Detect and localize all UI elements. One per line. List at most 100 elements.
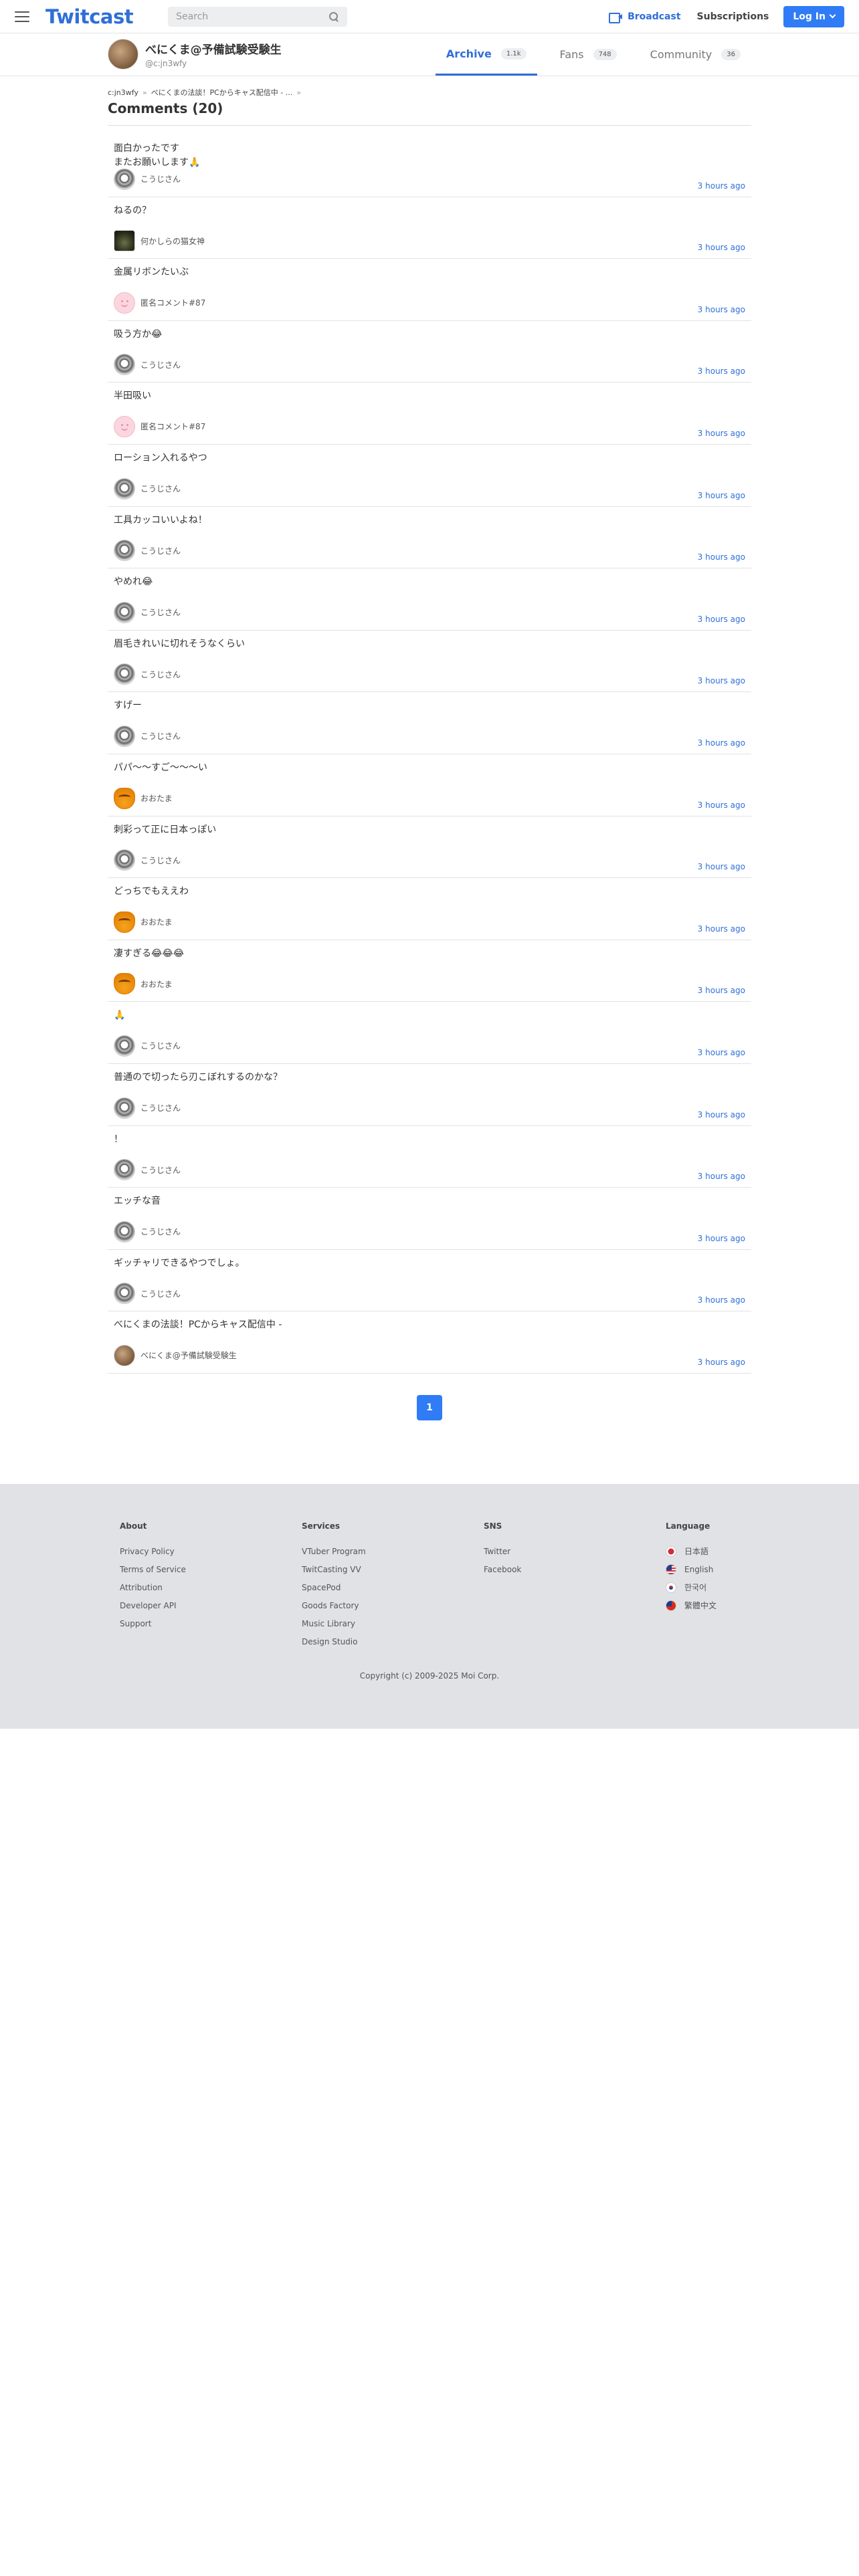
- user-avatar[interactable]: [114, 663, 135, 685]
- comment-user[interactable]: こうじさん: [114, 477, 181, 500]
- comment-user[interactable]: こうじさん: [114, 849, 181, 871]
- user-name[interactable]: 匿名コメント#87: [140, 297, 205, 308]
- user-name[interactable]: おおたま: [140, 916, 173, 928]
- user-avatar[interactable]: [114, 911, 135, 933]
- user-name[interactable]: こうじさん: [140, 607, 181, 618]
- user-avatar[interactable]: [114, 540, 135, 562]
- user-name[interactable]: こうじさん: [140, 1102, 181, 1113]
- comment-timestamp[interactable]: 3 hours ago: [698, 429, 745, 438]
- tab-archive[interactable]: Archive 1.1k: [435, 33, 537, 76]
- page-button-current[interactable]: 1: [417, 1394, 442, 1420]
- comment-timestamp[interactable]: 3 hours ago: [698, 924, 745, 934]
- user-name[interactable]: こうじさん: [140, 173, 181, 185]
- comment-user[interactable]: こうじさん: [114, 663, 181, 685]
- user-name[interactable]: べにくま@予備試験受験生: [140, 1350, 237, 1361]
- user-avatar[interactable]: [114, 1220, 135, 1243]
- user-name[interactable]: こうじさん: [140, 855, 181, 866]
- user-avatar[interactable]: [114, 1344, 135, 1366]
- comment-user[interactable]: こうじさん: [114, 1283, 181, 1305]
- comment-timestamp[interactable]: 3 hours ago: [698, 615, 745, 624]
- subscriptions-link[interactable]: Subscriptions: [697, 11, 769, 22]
- broadcast-button[interactable]: Broadcast: [609, 11, 681, 23]
- site-logo[interactable]: Twitcast: [45, 5, 134, 28]
- tab-community[interactable]: Community 36: [640, 33, 751, 76]
- user-avatar[interactable]: [114, 725, 135, 747]
- user-avatar[interactable]: [114, 1097, 135, 1119]
- comment-timestamp[interactable]: 3 hours ago: [698, 305, 745, 314]
- hamburger-menu-icon[interactable]: [15, 11, 29, 22]
- user-name[interactable]: こうじさん: [140, 669, 181, 680]
- user-avatar[interactable]: [114, 292, 135, 314]
- user-name[interactable]: 何かしらの猫女神: [140, 235, 205, 247]
- comment-timestamp[interactable]: 3 hours ago: [698, 1358, 745, 1367]
- profile-avatar[interactable]: [108, 39, 138, 70]
- footer-link-developer-api[interactable]: Developer API: [120, 1601, 302, 1610]
- breadcrumb-movie-link[interactable]: べにくまの法談！PCからキャス配信中 - ...: [151, 87, 293, 98]
- footer-link-support[interactable]: Support: [120, 1619, 302, 1628]
- profile-name[interactable]: べにくま@予備試験受験生: [145, 40, 282, 57]
- footer-link-vtuber-program[interactable]: VTuber Program: [302, 1547, 484, 1556]
- language-option-chinese[interactable]: 繁體中文: [666, 1600, 739, 1611]
- comment-user[interactable]: こうじさん: [114, 540, 181, 562]
- comment-timestamp[interactable]: 3 hours ago: [698, 181, 745, 191]
- comment-user[interactable]: べにくま@予備試験受験生: [114, 1344, 237, 1366]
- comment-timestamp[interactable]: 3 hours ago: [698, 986, 745, 995]
- user-avatar[interactable]: [114, 230, 135, 252]
- footer-link-design-studio[interactable]: Design Studio: [302, 1637, 484, 1646]
- user-avatar[interactable]: [114, 973, 135, 995]
- comment-timestamp[interactable]: 3 hours ago: [698, 491, 745, 500]
- user-name[interactable]: 匿名コメント#87: [140, 421, 205, 432]
- search-input[interactable]: [176, 11, 329, 22]
- comment-timestamp[interactable]: 3 hours ago: [698, 862, 745, 871]
- footer-link-music-library[interactable]: Music Library: [302, 1619, 484, 1628]
- footer-link-privacy-policy[interactable]: Privacy Policy: [120, 1547, 302, 1556]
- footer-link-twitcasting-vv[interactable]: TwitCasting VV: [302, 1565, 484, 1574]
- comment-user[interactable]: おおたま: [114, 911, 173, 933]
- comment-user[interactable]: こうじさん: [114, 601, 181, 623]
- comment-timestamp[interactable]: 3 hours ago: [698, 676, 745, 685]
- breadcrumb-user-link[interactable]: c:jn3wfy: [108, 88, 138, 97]
- user-avatar[interactable]: [114, 477, 135, 500]
- language-option-korean[interactable]: 한국어: [666, 1582, 739, 1593]
- user-avatar[interactable]: [114, 1159, 135, 1181]
- comment-timestamp[interactable]: 3 hours ago: [698, 1295, 745, 1305]
- comment-user[interactable]: おおたま: [114, 787, 173, 809]
- comment-timestamp[interactable]: 3 hours ago: [698, 800, 745, 810]
- search-box[interactable]: [168, 6, 348, 27]
- comment-user[interactable]: 何かしらの猫女神: [114, 230, 205, 252]
- user-avatar[interactable]: [114, 1283, 135, 1305]
- comment-user[interactable]: こうじさん: [114, 1159, 181, 1181]
- user-avatar[interactable]: [114, 354, 135, 376]
- footer-link-terms[interactable]: Terms of Service: [120, 1565, 302, 1574]
- profile-header[interactable]: べにくま@予備試験受験生 @c:jn3wfy: [108, 39, 282, 70]
- user-avatar[interactable]: [114, 601, 135, 623]
- comment-user[interactable]: こうじさん: [114, 1220, 181, 1243]
- user-name[interactable]: こうじさん: [140, 1164, 181, 1176]
- comment-user[interactable]: こうじさん: [114, 1097, 181, 1119]
- footer-link-goods-factory[interactable]: Goods Factory: [302, 1601, 484, 1610]
- footer-link-facebook[interactable]: Facebook: [484, 1565, 666, 1574]
- footer-link-twitter[interactable]: Twitter: [484, 1547, 666, 1556]
- search-icon[interactable]: [328, 11, 339, 22]
- user-avatar[interactable]: [114, 1035, 135, 1057]
- comment-user[interactable]: 匿名コメント#87: [114, 292, 205, 314]
- footer-link-attribution[interactable]: Attribution: [120, 1583, 302, 1592]
- comment-user[interactable]: こうじさん: [114, 354, 181, 376]
- login-button[interactable]: Log In: [783, 5, 844, 27]
- user-avatar[interactable]: [114, 787, 135, 809]
- user-name[interactable]: こうじさん: [140, 1226, 181, 1237]
- user-avatar[interactable]: [114, 168, 135, 190]
- comment-timestamp[interactable]: 3 hours ago: [698, 366, 745, 376]
- user-name[interactable]: こうじさん: [140, 545, 181, 556]
- user-name[interactable]: こうじさん: [140, 1288, 181, 1299]
- user-name[interactable]: おおたま: [140, 978, 173, 990]
- language-option-english[interactable]: English: [666, 1564, 739, 1575]
- comment-timestamp[interactable]: 3 hours ago: [698, 1110, 745, 1119]
- user-name[interactable]: こうじさん: [140, 1040, 181, 1051]
- user-name[interactable]: こうじさん: [140, 483, 181, 494]
- footer-link-spacepod[interactable]: SpacePod: [302, 1583, 484, 1592]
- comment-timestamp[interactable]: 3 hours ago: [698, 243, 745, 252]
- comment-user[interactable]: 匿名コメント#87: [114, 415, 205, 437]
- comment-user[interactable]: おおたま: [114, 973, 173, 995]
- user-avatar[interactable]: [114, 415, 135, 437]
